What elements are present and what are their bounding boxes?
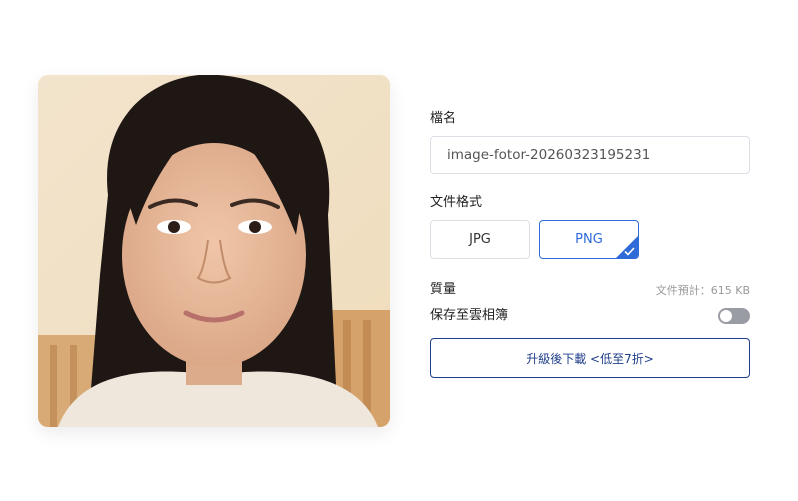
- cloud-save-toggle[interactable]: [718, 308, 750, 324]
- image-preview: [38, 75, 390, 427]
- format-jpg-button[interactable]: JPG: [430, 220, 530, 259]
- toggle-knob: [720, 310, 732, 322]
- size-estimate: 文件預計：615 KB: [655, 284, 750, 297]
- format-options: JPG PNG: [430, 220, 750, 259]
- format-label: 文件格式: [430, 195, 483, 210]
- upgrade-download-button[interactable]: 升級後下載 <低至7折>: [430, 338, 750, 378]
- export-panel: 檔名 image-fotor-20260323195231 文件格式 JPG P…: [430, 110, 750, 378]
- checkmark-icon: [624, 247, 635, 256]
- quality-row: 質量 文件預計：615 KB: [430, 281, 750, 299]
- filename-value: image-fotor-20260323195231: [447, 147, 651, 163]
- format-png-button[interactable]: PNG: [539, 220, 639, 259]
- filename-input[interactable]: image-fotor-20260323195231: [430, 136, 750, 174]
- cloud-save-row: 保存至雲相簿: [430, 307, 750, 325]
- format-png-label: PNG: [575, 232, 603, 247]
- portrait-photo: [38, 75, 390, 427]
- cloud-save-label: 保存至雲相簿: [430, 308, 509, 323]
- quality-label: 質量: [430, 282, 457, 297]
- filename-label: 檔名: [430, 111, 457, 126]
- format-jpg-label: JPG: [469, 232, 491, 247]
